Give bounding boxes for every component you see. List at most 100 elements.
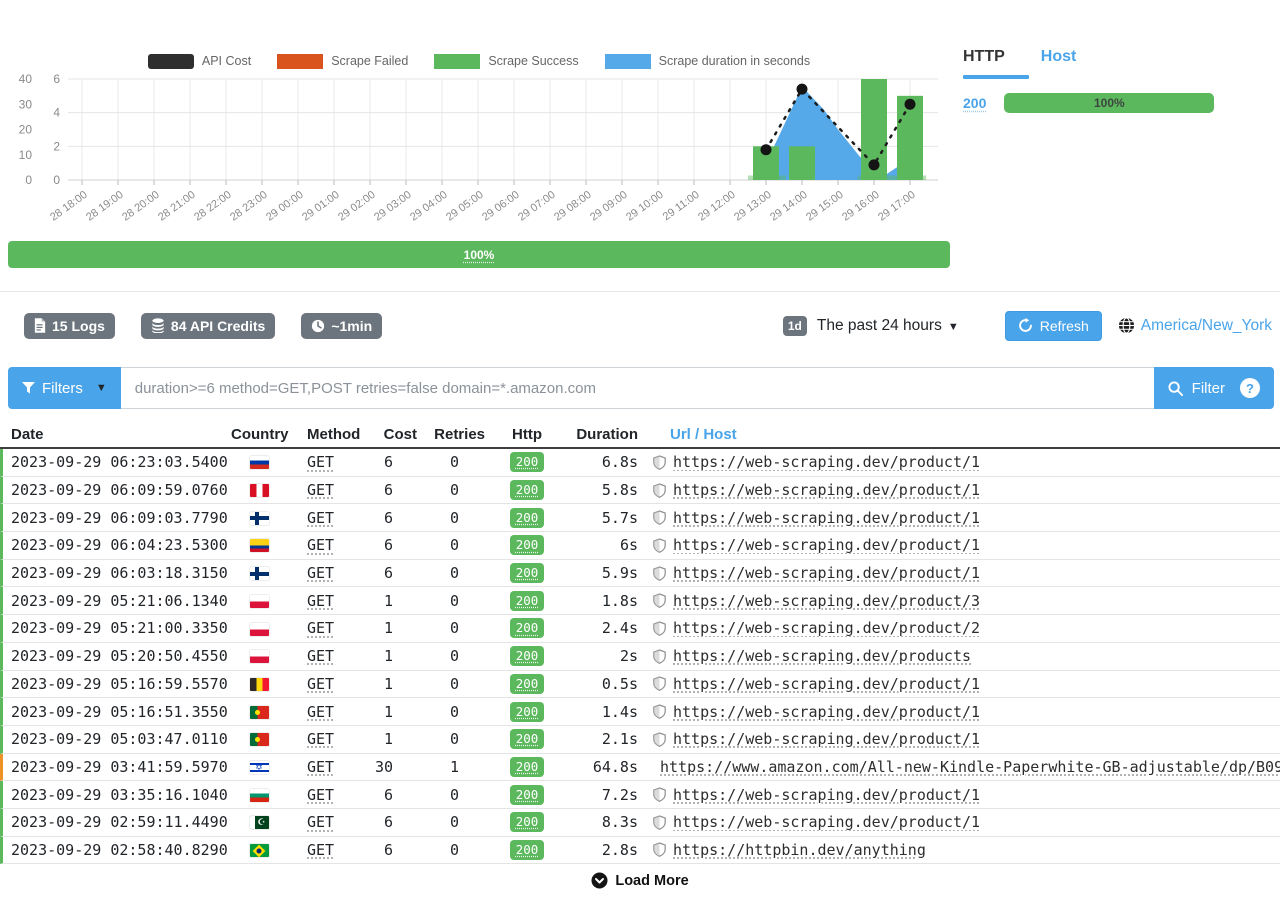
country-flag[interactable] bbox=[250, 650, 269, 663]
log-date: 2023-09-29 05:03:47.0110 bbox=[3, 730, 231, 748]
method-link[interactable]: GET bbox=[307, 786, 334, 804]
http-status-badge[interactable]: 200 bbox=[510, 591, 545, 611]
url-link[interactable]: https://web-scraping.dev/product/1 bbox=[673, 564, 980, 582]
method-link[interactable]: GET bbox=[307, 536, 334, 554]
country-flag[interactable] bbox=[250, 484, 269, 497]
country-flag[interactable] bbox=[250, 789, 269, 802]
url-link[interactable]: https://web-scraping.dev/product/3 bbox=[673, 592, 980, 610]
table-row[interactable]: 2023-09-29 06:09:03.7790 GET 6 0 200 5.7… bbox=[0, 504, 1280, 532]
url-link[interactable]: https://web-scraping.dev/product/1 bbox=[673, 536, 980, 554]
method-link[interactable]: GET bbox=[307, 481, 334, 499]
method-link[interactable]: GET bbox=[307, 813, 334, 831]
country-flag[interactable] bbox=[250, 706, 269, 719]
method-link[interactable]: GET bbox=[307, 619, 334, 637]
country-flag[interactable] bbox=[250, 761, 269, 774]
http-status-badge[interactable]: 200 bbox=[510, 452, 545, 472]
refresh-button[interactable]: Refresh bbox=[1005, 311, 1102, 341]
log-date: 2023-09-29 05:16:51.3550 bbox=[3, 703, 231, 721]
url-link[interactable]: https://web-scraping.dev/product/1 bbox=[673, 703, 980, 721]
http-status-badge[interactable]: 200 bbox=[510, 563, 545, 583]
table-row[interactable]: 2023-09-29 05:03:47.0110 GET 1 0 200 2.1… bbox=[0, 726, 1280, 754]
header-url-host-toggle[interactable]: Url / Host bbox=[641, 426, 1280, 443]
caret-down-icon: ▼ bbox=[948, 321, 959, 333]
tab-http[interactable]: HTTP bbox=[963, 48, 1005, 66]
table-row[interactable]: 2023-09-29 05:16:59.5570 GET 1 0 200 0.5… bbox=[0, 671, 1280, 699]
country-flag[interactable] bbox=[250, 567, 269, 580]
tab-host[interactable]: Host bbox=[1041, 48, 1077, 66]
country-flag[interactable] bbox=[250, 595, 269, 608]
legend-item[interactable]: Scrape duration in seconds bbox=[605, 53, 810, 69]
http-status-badge[interactable]: 200 bbox=[510, 757, 545, 777]
http-status-badge[interactable]: 200 bbox=[510, 508, 545, 528]
method-link[interactable]: GET bbox=[307, 647, 334, 665]
country-flag[interactable] bbox=[250, 733, 269, 746]
method-link[interactable]: GET bbox=[307, 509, 334, 527]
log-date: 2023-09-29 06:04:23.5300 bbox=[3, 536, 231, 554]
table-row[interactable]: 2023-09-29 06:04:23.5300 GET 6 0 200 6s … bbox=[0, 532, 1280, 560]
date-range-dropdown[interactable]: The past 24 hours▼ bbox=[817, 317, 959, 335]
country-flag[interactable] bbox=[250, 539, 269, 552]
table-row[interactable]: 2023-09-29 05:16:51.3550 GET 1 0 200 1.4… bbox=[0, 698, 1280, 726]
url-link[interactable]: https://web-scraping.dev/product/1 bbox=[673, 453, 980, 471]
method-link[interactable]: GET bbox=[307, 564, 334, 582]
shield-icon bbox=[653, 538, 666, 553]
http-status-badge[interactable]: 200 bbox=[510, 812, 545, 832]
http-status-badge[interactable]: 200 bbox=[510, 840, 545, 860]
url-link[interactable]: https://web-scraping.dev/products bbox=[673, 647, 971, 665]
method-link[interactable]: GET bbox=[307, 841, 334, 859]
country-flag[interactable] bbox=[250, 456, 269, 469]
table-row[interactable]: 2023-09-29 06:23:03.5400 GET 6 0 200 6.8… bbox=[0, 449, 1280, 477]
method-link[interactable]: GET bbox=[307, 758, 334, 776]
filter-query-input[interactable] bbox=[121, 367, 1154, 409]
legend-item[interactable]: Scrape Success bbox=[434, 53, 578, 69]
method-link[interactable]: GET bbox=[307, 453, 334, 471]
http-status-badge[interactable]: 200 bbox=[510, 480, 545, 500]
table-row[interactable]: 2023-09-29 05:21:00.3350 GET 1 0 200 2.4… bbox=[0, 615, 1280, 643]
http-status-badge[interactable]: 200 bbox=[510, 535, 545, 555]
url-link[interactable]: https://www.amazon.com/All-new-Kindle-Pa… bbox=[660, 758, 1280, 776]
url-link[interactable]: https://web-scraping.dev/product/1 bbox=[673, 813, 980, 831]
country-flag[interactable] bbox=[250, 844, 269, 857]
header-duration: Duration bbox=[569, 426, 641, 443]
http-status-badge[interactable]: 200 bbox=[510, 674, 545, 694]
method-link[interactable]: GET bbox=[307, 592, 334, 610]
legend-item[interactable]: Scrape Failed bbox=[277, 53, 408, 69]
url-link[interactable]: https://web-scraping.dev/product/1 bbox=[673, 481, 980, 499]
http-status-badge[interactable]: 200 bbox=[510, 729, 545, 749]
table-row[interactable]: 2023-09-29 06:09:59.0760 GET 6 0 200 5.8… bbox=[0, 477, 1280, 505]
url-link[interactable]: https://web-scraping.dev/product/2 bbox=[673, 619, 980, 637]
country-flag[interactable] bbox=[250, 623, 269, 636]
legend-item[interactable]: API Cost bbox=[148, 53, 251, 69]
table-row[interactable]: 2023-09-29 02:58:40.8290 GET 6 0 200 2.8… bbox=[0, 837, 1280, 865]
log-date: 2023-09-29 06:09:59.0760 bbox=[3, 481, 231, 499]
country-flag[interactable] bbox=[250, 678, 269, 691]
http-status-badge[interactable]: 200 bbox=[510, 785, 545, 805]
timezone-link[interactable]: America/New_York bbox=[1118, 317, 1272, 335]
url-link[interactable]: https://httpbin.dev/anything bbox=[673, 841, 926, 859]
url-link[interactable]: https://web-scraping.dev/product/1 bbox=[673, 675, 980, 693]
table-row[interactable]: 2023-09-29 03:35:16.1040 GET 6 0 200 7.2… bbox=[0, 781, 1280, 809]
log-date: 2023-09-29 05:21:06.1340 bbox=[3, 592, 231, 610]
http-status-badge[interactable]: 200 bbox=[510, 646, 545, 666]
table-row[interactable]: 2023-09-29 03:41:59.5970 GET 30 1 200 64… bbox=[0, 754, 1280, 782]
method-link[interactable]: GET bbox=[307, 730, 334, 748]
table-row[interactable]: 2023-09-29 06:03:18.3150 GET 6 0 200 5.9… bbox=[0, 560, 1280, 588]
table-row[interactable]: 2023-09-29 05:20:50.4550 GET 1 0 200 2s … bbox=[0, 643, 1280, 671]
method-link[interactable]: GET bbox=[307, 675, 334, 693]
load-more-button[interactable]: Load More bbox=[0, 872, 1280, 889]
table-row[interactable]: 2023-09-29 02:59:11.4490 GET 6 0 200 8.3… bbox=[0, 809, 1280, 837]
filters-dropdown-button[interactable]: Filters ▼ bbox=[8, 367, 121, 409]
svg-text:29 03:00: 29 03:00 bbox=[372, 189, 414, 224]
country-flag[interactable] bbox=[250, 816, 269, 829]
table-row[interactable]: 2023-09-29 05:21:06.1340 GET 1 0 200 1.8… bbox=[0, 587, 1280, 615]
http-status-badge[interactable]: 200 bbox=[510, 702, 545, 722]
method-link[interactable]: GET bbox=[307, 703, 334, 721]
url-link[interactable]: https://web-scraping.dev/product/1 bbox=[673, 509, 980, 527]
apply-filter-button[interactable]: Filter ? bbox=[1154, 367, 1274, 409]
country-flag[interactable] bbox=[250, 512, 269, 525]
http-code-link[interactable]: 200 bbox=[963, 95, 986, 111]
url-link[interactable]: https://web-scraping.dev/product/1 bbox=[673, 730, 980, 748]
http-status-badge[interactable]: 200 bbox=[510, 618, 545, 638]
help-icon[interactable]: ? bbox=[1240, 378, 1260, 398]
url-link[interactable]: https://web-scraping.dev/product/1 bbox=[673, 786, 980, 804]
